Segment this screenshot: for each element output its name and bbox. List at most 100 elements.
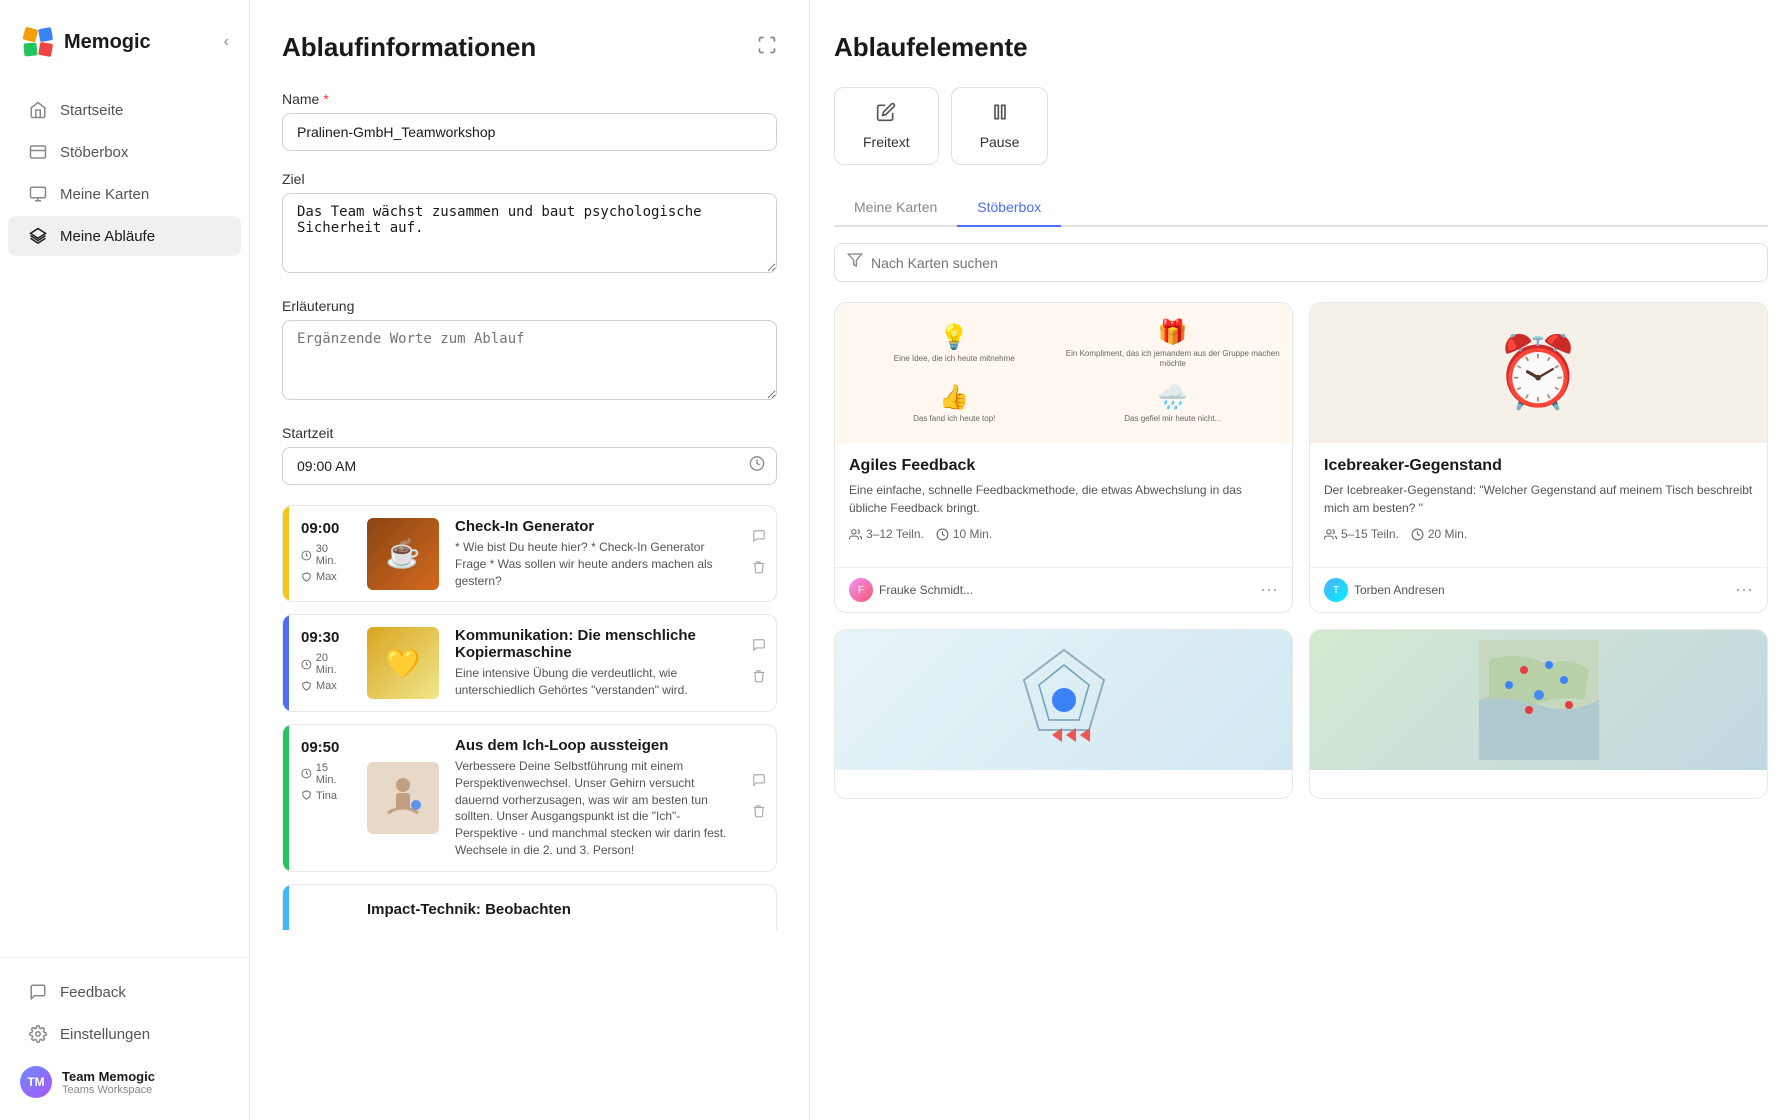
sidebar-profile[interactable]: TM Team Memogic Teams Workspace (0, 1056, 249, 1108)
edit-icon (876, 102, 896, 128)
card-body: Icebreaker-Gegenstand Der Icebreaker-Geg… (1310, 443, 1767, 567)
schedule-image: ☕ (367, 518, 439, 590)
schedule-desc: Verbessere Deine Selbstführung mit einem… (455, 758, 734, 859)
sidebar-nav: Startseite Stöberbox Meine Karten Meine … (0, 80, 249, 957)
inbox-icon (28, 142, 48, 162)
card-desc: Eine einfache, schnelle Feedbackmethode,… (849, 481, 1278, 517)
schedule-time-col: 09:00 30 Min. Max (289, 506, 359, 601)
card-image: 💡 Eine Idee, die ich heute mitnehme 🎁 Ei… (835, 303, 1292, 443)
clock-icon (749, 456, 765, 477)
erlauterung-field-group: Erläuterung (282, 298, 777, 405)
ziel-textarea[interactable]: Das Team wächst zusammen und baut psycho… (282, 193, 777, 273)
card-footer: F Frauke Schmidt... ⋯ (835, 567, 1292, 612)
delete-button[interactable] (750, 802, 768, 825)
filter-button[interactable] (847, 252, 863, 273)
card-more-button[interactable]: ⋯ (1735, 580, 1753, 601)
sidebar-item-label: Startseite (60, 102, 123, 119)
tab-stoberbox[interactable]: Stöberbox (957, 189, 1061, 227)
name-input[interactable] (282, 113, 777, 151)
pause-label: Pause (980, 134, 1020, 150)
duration-meta: 20 Min. (1411, 527, 1467, 541)
schedule-actions (742, 506, 776, 601)
avatar: TM (20, 1066, 52, 1098)
delete-button[interactable] (750, 558, 768, 581)
startzeit-input[interactable] (282, 447, 777, 485)
erlauterung-textarea[interactable] (282, 320, 777, 400)
layers-icon (28, 226, 48, 246)
tab-meine-karten[interactable]: Meine Karten (834, 189, 957, 227)
schedule-image: 💛 (367, 627, 439, 699)
schedule-time: 09:30 (301, 629, 339, 646)
schedule-item: 09:00 30 Min. Max ☕ Check-In Gen (282, 505, 777, 602)
schedule-content: Kommunikation: Die menschliche Kopiermas… (447, 615, 742, 711)
settings-icon (28, 1024, 48, 1044)
card-icebreaker: ⏰ Icebreaker-Gegenstand Der Icebreaker-G… (1309, 302, 1768, 613)
delete-button[interactable] (750, 667, 768, 690)
schedule-time: 09:00 (301, 520, 339, 537)
comment-button[interactable] (750, 527, 768, 550)
sidebar-item-label: Stöberbox (60, 144, 128, 161)
schedule-time: 09:50 (301, 739, 339, 756)
sidebar-item-startseite[interactable]: Startseite (8, 90, 241, 130)
card-author: T Torben Andresen (1324, 578, 1445, 602)
duration-meta: 20 Min. (301, 652, 351, 676)
required-indicator: * (323, 91, 328, 107)
profile-name: Team Memogic (62, 1069, 155, 1084)
duration-meta: 30 Min. (301, 543, 351, 567)
sidebar-item-label: Meine Karten (60, 186, 149, 203)
schedule-meta: 15 Min. Tina (301, 762, 351, 802)
author-avatar: T (1324, 578, 1348, 602)
card-4 (1309, 629, 1768, 799)
comment-button[interactable] (750, 771, 768, 794)
startzeit-label: Startzeit (282, 425, 777, 441)
card-3 (834, 629, 1293, 799)
pause-button[interactable]: Pause (951, 87, 1049, 165)
message-icon (28, 982, 48, 1002)
cards-grid: 💡 Eine Idee, die ich heute mitnehme 🎁 Ei… (834, 302, 1768, 799)
right-panel-title: Ablaufelemente (834, 32, 1768, 63)
sidebar-item-feedback[interactable]: Feedback (8, 972, 241, 1012)
schedule-content: Impact-Technik: Beobachten (359, 885, 776, 930)
sidebar-item-label: Meine Abläufe (60, 228, 155, 245)
sidebar-item-meine-karten[interactable]: Meine Karten (8, 174, 241, 214)
sidebar-item-label: Feedback (60, 984, 126, 1001)
card-meta: 5–15 Teiln. 20 Min. (1324, 527, 1753, 541)
time-input-wrapper (282, 447, 777, 485)
element-buttons: Freitext Pause (834, 87, 1768, 165)
sidebar-item-einstellungen[interactable]: Einstellungen (8, 1014, 241, 1054)
sidebar-item-meine-ablaufe[interactable]: Meine Abläufe (8, 216, 241, 256)
schedule-actions (742, 725, 776, 871)
profile-workspace: Teams Workspace (62, 1084, 155, 1096)
schedule-time-col (289, 885, 359, 930)
schedule-item: 09:30 20 Min. Max 💛 Kommunikati (282, 614, 777, 712)
sidebar-collapse-button[interactable]: ‹ (224, 33, 229, 51)
duration-meta: 15 Min. (301, 762, 351, 786)
expand-button[interactable] (757, 35, 777, 60)
card-body (835, 770, 1292, 798)
ziel-label: Ziel (282, 171, 777, 187)
presenter-meta: Max (301, 680, 351, 692)
freitext-button[interactable]: Freitext (834, 87, 939, 165)
app-name: Memogic (64, 31, 151, 54)
duration-meta: 10 Min. (936, 527, 992, 541)
card-more-button[interactable]: ⋯ (1260, 580, 1278, 601)
schedule-desc: Eine intensive Übung die verdeutlicht, w… (455, 665, 734, 699)
name-field-group: Name * (282, 91, 777, 151)
sidebar: Memogic ‹ Startseite Stöberbox Meine Kar… (0, 0, 250, 1120)
feedback-icon-1: 💡 Eine Idee, die ich heute mitnehme (847, 315, 1062, 371)
schedule-time-col: 09:30 20 Min. Max (289, 615, 359, 711)
search-input[interactable] (871, 255, 1755, 271)
sidebar-item-stoberbox[interactable]: Stöberbox (8, 132, 241, 172)
card-title: Icebreaker-Gegenstand (1324, 457, 1753, 475)
card-footer: T Torben Andresen ⋯ (1310, 567, 1767, 612)
freitext-label: Freitext (863, 134, 910, 150)
card-agiles-feedback: 💡 Eine Idee, die ich heute mitnehme 🎁 Ei… (834, 302, 1293, 613)
schedule-image (367, 762, 439, 834)
schedule-meta: 30 Min. Max (301, 543, 351, 583)
search-bar (834, 243, 1768, 282)
right-panel: Ablaufelemente Freitext Pause Meine Kart… (810, 0, 1792, 1120)
schedule-list: 09:00 30 Min. Max ☕ Check-In Gen (282, 505, 777, 942)
comment-button[interactable] (750, 636, 768, 659)
participants-meta: 5–15 Teiln. (1324, 527, 1399, 541)
ziel-field-group: Ziel Das Team wächst zusammen und baut p… (282, 171, 777, 278)
